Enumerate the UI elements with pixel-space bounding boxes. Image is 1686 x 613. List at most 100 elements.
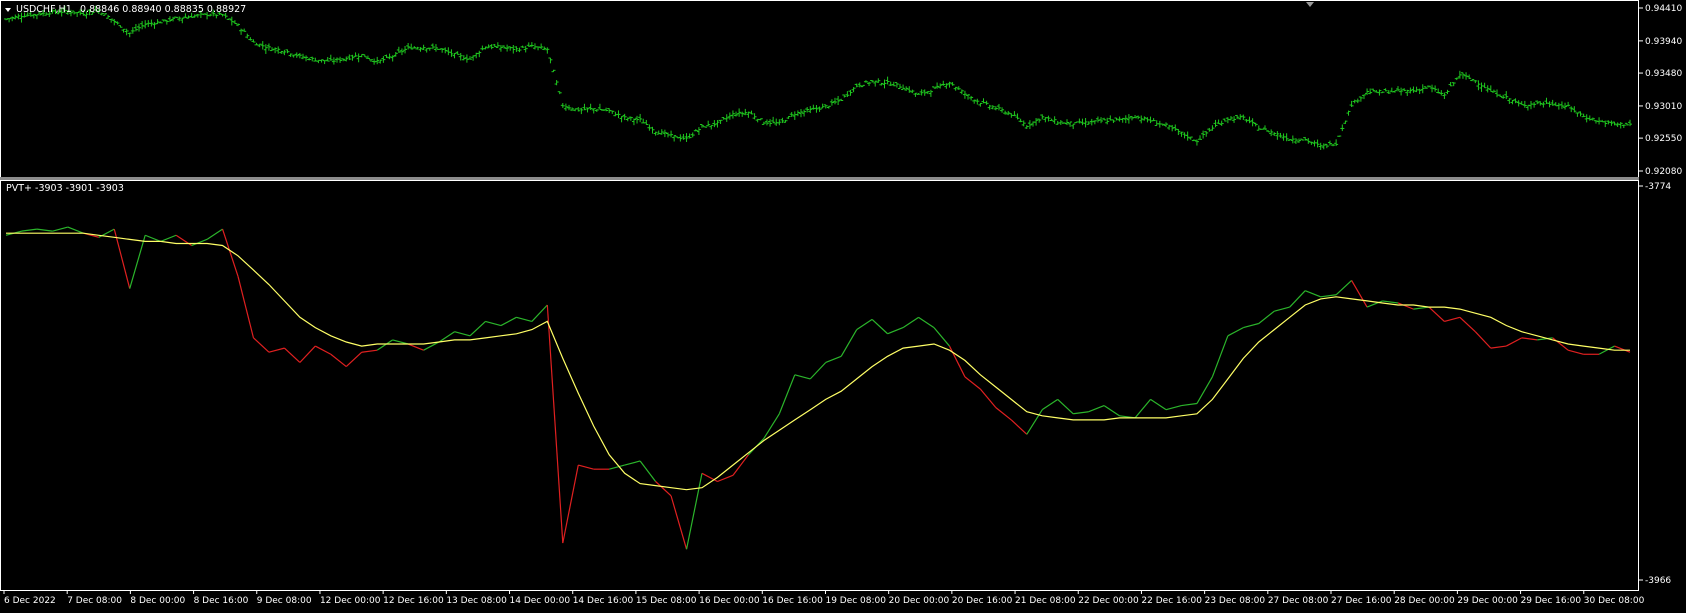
price-bar bbox=[471, 55, 476, 61]
time-tick-label: 6 Dec 2022 bbox=[4, 596, 56, 606]
pvt-segment bbox=[933, 327, 950, 347]
price-tick-label: 0.92550 bbox=[1645, 134, 1682, 144]
price-bar bbox=[1170, 124, 1175, 132]
pvt-segment bbox=[376, 339, 393, 351]
price-bar bbox=[625, 117, 630, 122]
price-bar bbox=[1547, 101, 1552, 108]
price-bar bbox=[715, 120, 720, 128]
price-bar bbox=[888, 81, 893, 86]
price-bar bbox=[851, 87, 856, 93]
time-tick-label: 12 Dec 00:00 bbox=[320, 596, 381, 606]
price-bar bbox=[331, 57, 336, 65]
price-bar bbox=[928, 89, 933, 97]
price-bar bbox=[164, 19, 169, 25]
price-bar bbox=[557, 91, 562, 95]
price-bar bbox=[566, 104, 571, 111]
price-panel[interactable]: USDCHF,H1 0.88846 0.88940 0.88835 0.8892… bbox=[0, 0, 1683, 178]
price-bar bbox=[505, 44, 510, 52]
price-bar bbox=[1312, 140, 1317, 147]
pvt-segment bbox=[840, 329, 858, 357]
price-bar bbox=[1399, 87, 1404, 96]
pvt-segment bbox=[500, 316, 517, 327]
price-bar bbox=[155, 19, 160, 25]
price-bar bbox=[1343, 120, 1348, 124]
price-bar bbox=[802, 109, 807, 117]
time-tick-label: 23 Dec 08:00 bbox=[1205, 596, 1266, 606]
price-bar bbox=[727, 112, 732, 120]
price-bar bbox=[1018, 118, 1023, 123]
time-tick-label: 28 Dec 00:00 bbox=[1394, 596, 1455, 606]
price-bar bbox=[1420, 84, 1425, 94]
price-bar bbox=[829, 99, 834, 106]
pvt-segment bbox=[1351, 280, 1368, 308]
price-bar bbox=[771, 116, 776, 124]
time-tick-label: 8 Dec 00:00 bbox=[130, 596, 185, 606]
price-bar bbox=[232, 20, 237, 25]
price-bar bbox=[1111, 119, 1116, 124]
price-bar bbox=[328, 54, 333, 61]
price-bar bbox=[1216, 119, 1221, 125]
price-bar bbox=[34, 14, 39, 20]
price-bar bbox=[1222, 118, 1227, 122]
pvt-segment bbox=[253, 337, 270, 353]
price-bar bbox=[381, 56, 386, 63]
pvt-segment bbox=[809, 362, 827, 380]
price-bar bbox=[282, 49, 287, 56]
price-bar bbox=[7, 18, 12, 23]
pvt-segment bbox=[21, 228, 38, 232]
time-tick-label: 8 Dec 16:00 bbox=[194, 596, 249, 606]
time-tick-label: 22 Dec 00:00 bbox=[1078, 596, 1139, 606]
price-bar bbox=[1012, 111, 1017, 117]
price-bar bbox=[149, 19, 154, 27]
price-bar bbox=[1027, 120, 1032, 130]
price-bar bbox=[876, 78, 881, 83]
price-bar bbox=[1346, 110, 1351, 116]
pvt-segment bbox=[1289, 290, 1306, 308]
price-bar bbox=[539, 43, 544, 50]
pvt-segment bbox=[732, 454, 749, 476]
price-bar bbox=[709, 124, 714, 130]
price-bar bbox=[1198, 135, 1203, 140]
price-bar bbox=[987, 104, 992, 110]
pvt-segment bbox=[1010, 419, 1028, 435]
price-bar bbox=[1392, 90, 1397, 93]
price-bar bbox=[520, 45, 525, 48]
price-bar bbox=[180, 17, 185, 24]
pvt-segment bbox=[701, 472, 718, 483]
price-bar bbox=[551, 69, 556, 73]
chart-window[interactable]: USDCHF,H1 0.88846 0.88940 0.88835 0.8892… bbox=[0, 0, 1686, 609]
price-bar bbox=[1572, 106, 1577, 113]
indicator-panel[interactable]: PVT+ -3903 -3901 -3903 -3774 -3966 bbox=[0, 180, 1672, 591]
price-bar bbox=[266, 43, 271, 51]
pvt-segment bbox=[531, 304, 548, 322]
pvt-segment bbox=[237, 276, 255, 339]
price-bar bbox=[1176, 129, 1181, 136]
price-bar bbox=[1058, 120, 1063, 125]
price-bar bbox=[1383, 88, 1388, 92]
pvt-segment bbox=[1320, 294, 1337, 298]
price-bar bbox=[959, 89, 964, 95]
pvt-segment bbox=[1397, 302, 1414, 310]
time-axis: 6 Dec 2022 7 Dec 08:00 8 Dec 00:00 8 Dec 16… bbox=[3, 590, 1645, 606]
price-bar bbox=[260, 41, 265, 50]
price-bar bbox=[1485, 85, 1490, 93]
pvt-segment bbox=[144, 234, 161, 242]
price-bar bbox=[972, 99, 977, 104]
indicator-tick-label: -3774 bbox=[1645, 182, 1671, 192]
price-bar bbox=[984, 100, 989, 105]
chart-canvas[interactable]: USDCHF,H1 0.88846 0.88940 0.88835 0.8892… bbox=[0, 0, 1686, 609]
price-bar bbox=[1099, 117, 1104, 124]
price-bar bbox=[724, 114, 729, 122]
time-tick-label: 19 Dec 08:00 bbox=[825, 596, 886, 606]
collapse-triangle-icon[interactable] bbox=[5, 8, 11, 12]
pvt-segment bbox=[67, 226, 84, 234]
shift-marker-icon[interactable] bbox=[1306, 2, 1314, 7]
price-bar bbox=[532, 43, 537, 50]
price-bar bbox=[1433, 85, 1438, 92]
price-tick-label: 0.93940 bbox=[1645, 37, 1682, 47]
pvt-segment bbox=[469, 320, 486, 337]
time-tick-label: 7 Dec 08:00 bbox=[67, 596, 122, 606]
price-bar bbox=[1467, 74, 1472, 79]
price-bar bbox=[1464, 72, 1469, 80]
price-bar bbox=[690, 132, 695, 138]
